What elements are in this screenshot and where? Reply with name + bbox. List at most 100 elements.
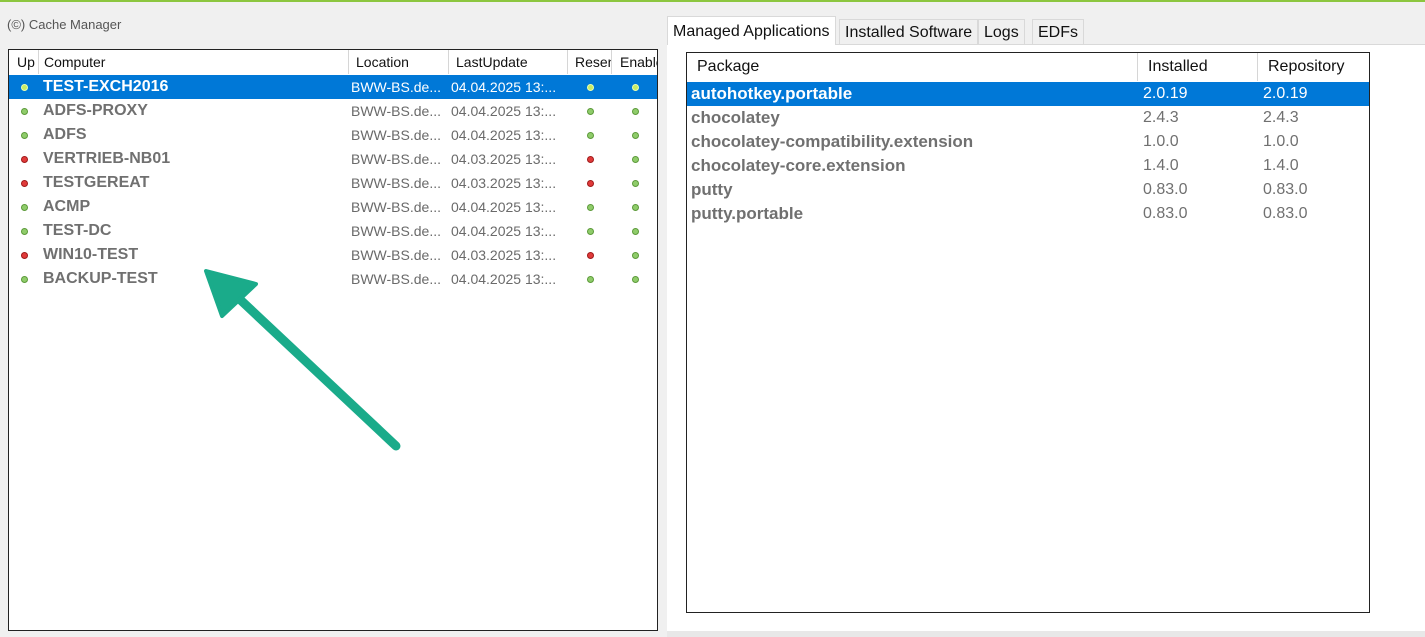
computer-location: BWW-BS.de...	[351, 247, 441, 263]
table-row[interactable]: putty 0.83.0 0.83.0	[687, 178, 1369, 202]
tab-managed-applications[interactable]: Managed Applications	[667, 16, 836, 45]
status-dot-icon	[21, 204, 28, 211]
status-dot-icon	[632, 132, 639, 139]
computer-last-update: 04.03.2025 13:...	[451, 247, 557, 263]
table-row[interactable]: BACKUP-TEST BWW-BS.de... 04.04.2025 13:...	[9, 267, 657, 291]
computer-name: TEST-DC	[43, 222, 112, 239]
status-dot-icon	[21, 156, 28, 163]
status-dot-icon	[632, 180, 639, 187]
computer-location: BWW-BS.de...	[351, 271, 441, 287]
table-row[interactable]: ADFS BWW-BS.de... 04.04.2025 13:...	[9, 123, 657, 147]
package-name: chocolatey-core.extension	[691, 156, 906, 175]
package-list[interactable]: Package Installed Repository autohotkey.…	[686, 52, 1370, 613]
computer-list-header: Up Computer Location LastUpdate Resen En…	[9, 50, 657, 74]
package-repository-version: 0.83.0	[1263, 181, 1308, 198]
status-dot-icon	[587, 84, 594, 91]
table-row[interactable]: chocolatey-core.extension 1.4.0 1.4.0	[687, 154, 1369, 178]
package-name: chocolatey	[691, 108, 780, 127]
column-header-lastupdate[interactable]: LastUpdate	[449, 50, 568, 74]
column-header-installed[interactable]: Installed	[1138, 53, 1258, 81]
window-caption: (©) Cache Manager	[7, 17, 122, 32]
computer-location: BWW-BS.de...	[351, 127, 441, 143]
computer-name: BACKUP-TEST	[43, 270, 158, 287]
column-header-enabled[interactable]: Enable	[612, 50, 657, 74]
status-dot-icon	[587, 132, 594, 139]
table-row[interactable]: chocolatey-compatibility.extension 1.0.0 1…	[687, 130, 1369, 154]
column-header-resend[interactable]: Resen	[568, 50, 612, 74]
status-dot-icon	[587, 228, 594, 235]
status-dot-icon	[632, 204, 639, 211]
table-row[interactable]: TEST-EXCH2016 BWW-BS.de... 04.04.2025 13:.…	[9, 75, 657, 99]
status-dot-icon	[21, 252, 28, 259]
package-installed-version: 1.4.0	[1143, 157, 1179, 174]
table-row[interactable]: chocolatey 2.4.3 2.4.3	[687, 106, 1369, 130]
top-accent-line	[0, 0, 1425, 2]
status-dot-icon	[587, 276, 594, 283]
computer-location: BWW-BS.de...	[351, 223, 441, 239]
status-dot-icon	[21, 132, 28, 139]
computer-name: VERTRIEB-NB01	[43, 150, 171, 167]
computer-last-update: 04.04.2025 13:...	[451, 223, 557, 239]
status-dot-icon	[587, 204, 594, 211]
package-name: autohotkey.portable	[691, 84, 853, 103]
tab-logs[interactable]: Logs	[978, 19, 1025, 44]
status-dot-icon	[632, 252, 639, 259]
status-dot-icon	[587, 252, 594, 259]
table-row[interactable]: autohotkey.portable 2.0.19 2.0.19	[687, 82, 1369, 106]
computer-name: TESTGEREAT	[43, 174, 150, 191]
column-header-up[interactable]: Up	[9, 50, 39, 74]
computer-last-update: 04.03.2025 13:...	[451, 151, 557, 167]
computer-location: BWW-BS.de...	[351, 175, 441, 191]
table-row[interactable]: ADFS-PROXY BWW-BS.de... 04.04.2025 13:...	[9, 99, 657, 123]
computer-name: ADFS-PROXY	[43, 102, 148, 119]
tab-edfs[interactable]: EDFs	[1032, 19, 1084, 44]
table-row[interactable]: TESTGEREAT BWW-BS.de... 04.03.2025 13:...	[9, 171, 657, 195]
status-dot-icon	[587, 156, 594, 163]
computer-last-update: 04.04.2025 13:...	[451, 199, 557, 215]
computer-name: TEST-EXCH2016	[43, 78, 169, 95]
package-installed-version: 1.0.0	[1143, 133, 1179, 150]
computer-last-update: 04.04.2025 13:...	[451, 79, 557, 95]
table-row[interactable]: VERTRIEB-NB01 BWW-BS.de... 04.03.2025 13:.…	[9, 147, 657, 171]
package-name: putty	[691, 180, 733, 199]
computer-last-update: 04.04.2025 13:...	[451, 271, 557, 287]
package-installed-version: 2.0.19	[1143, 85, 1188, 102]
status-dot-icon	[632, 228, 639, 235]
computer-location: BWW-BS.de...	[351, 103, 441, 119]
status-dot-icon	[587, 108, 594, 115]
status-dot-icon	[21, 108, 28, 115]
computer-name: WIN10-TEST	[43, 246, 139, 263]
computer-list[interactable]: Up Computer Location LastUpdate Resen En…	[8, 49, 658, 631]
column-header-computer[interactable]: Computer	[39, 50, 349, 74]
package-list-header: Package Installed Repository	[687, 53, 1369, 81]
computer-location: BWW-BS.de...	[351, 199, 441, 215]
computer-name: ADFS	[43, 126, 87, 143]
status-dot-icon	[587, 180, 594, 187]
tab-installed-software[interactable]: Installed Software	[839, 19, 979, 44]
computer-last-update: 04.03.2025 13:...	[451, 175, 557, 191]
status-dot-icon	[21, 276, 28, 283]
package-installed-version: 2.4.3	[1143, 109, 1179, 126]
table-row[interactable]: TEST-DC BWW-BS.de... 04.04.2025 13:...	[9, 219, 657, 243]
computer-last-update: 04.04.2025 13:...	[451, 103, 557, 119]
status-dot-icon	[21, 84, 28, 91]
status-dot-icon	[21, 180, 28, 187]
table-row[interactable]: WIN10-TEST BWW-BS.de... 04.03.2025 13:...	[9, 243, 657, 267]
package-repository-version: 1.0.0	[1263, 133, 1299, 150]
package-repository-version: 2.0.19	[1263, 85, 1308, 102]
status-dot-icon	[632, 156, 639, 163]
package-repository-version: 1.4.0	[1263, 157, 1299, 174]
table-row[interactable]: ACMP BWW-BS.de... 04.04.2025 13:...	[9, 195, 657, 219]
status-dot-icon	[21, 228, 28, 235]
status-strip	[667, 631, 1425, 637]
package-installed-version: 0.83.0	[1143, 181, 1188, 198]
column-header-package[interactable]: Package	[687, 53, 1138, 81]
computer-location: BWW-BS.de...	[351, 79, 441, 95]
column-header-location[interactable]: Location	[349, 50, 449, 74]
status-dot-icon	[632, 108, 639, 115]
column-header-repository[interactable]: Repository	[1258, 53, 1369, 81]
package-name: putty.portable	[691, 204, 804, 223]
status-dot-icon	[632, 84, 639, 91]
package-repository-version: 0.83.0	[1263, 205, 1308, 222]
table-row[interactable]: putty.portable 0.83.0 0.83.0	[687, 202, 1369, 226]
